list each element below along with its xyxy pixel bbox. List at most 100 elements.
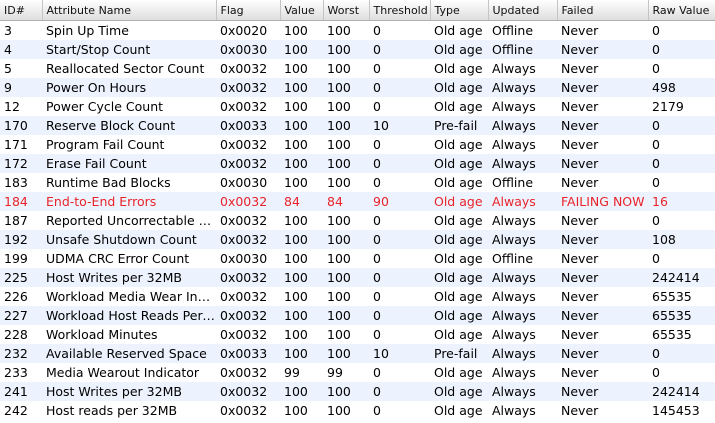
table-row[interactable]: 232 Available Reserved Space 0x0033 100 100 1… [0,344,715,363]
table-row[interactable]: 227Workload Host Reads Percentage0x00321… [0,306,715,325]
cell-attribute-name: End-to-End Errors [42,192,216,211]
cell-flag: 0x0032 [216,325,280,344]
cell-updated: Always [488,401,557,420]
cell-attribute-name: Available Reserved Space [42,344,216,363]
cell-worst: 100 [323,154,369,173]
cell-id: 241 [0,382,42,401]
cell-raw-value: 65535 [648,287,715,306]
cell-raw-value: 0 [648,344,715,363]
cell-worst: 84 [323,192,369,211]
cell-type: Old age [430,40,488,59]
cell-value: 100 [280,20,323,40]
cell-worst: 100 [323,97,369,116]
cell-failed: Never [557,230,648,249]
cell-raw-value: 0 [648,116,715,135]
cell-id: 170 [0,116,42,135]
column-header-flag[interactable]: Flag [216,0,281,21]
cell-id: 184 [0,192,42,211]
cell-worst: 100 [323,268,369,287]
cell-threshold: 0 [369,40,430,59]
table-row[interactable]: 171 Program Fail Count 0x0032 100 100 0 Old ag… [0,135,715,154]
cell-threshold: 0 [369,154,430,173]
table-row[interactable]: 228 Workload Minutes 0x0032 100 100 0 Old age A… [0,325,715,344]
table-row[interactable]: 172 Erase Fail Count 0x0032 100 100 0 Old age A… [0,154,715,173]
cell-threshold: 0 [369,211,430,230]
cell-type: Old age [430,192,488,211]
cell-id: 172 [0,154,42,173]
cell-value: 100 [280,154,323,173]
cell-threshold: 0 [369,363,430,382]
column-header-attribute-name[interactable]: Attribute Name [42,0,217,21]
cell-value: 100 [280,230,323,249]
cell-threshold: 0 [369,97,430,116]
cell-raw-value: 2179 [648,97,715,116]
cell-attribute-name: Erase Fail Count [42,154,216,173]
table-row[interactable]: 183 Runtime Bad Blocks 0x0030 100 100 0 Old ag… [0,173,715,192]
table-row[interactable]: 241 Host Writes per 32MB 0x0032 100 100 0 Old … [0,382,715,401]
table-row[interactable]: 12 Power Cycle Count 0x0032 100 100 0 Old age A… [0,97,715,116]
cell-threshold: 0 [369,268,430,287]
table-row[interactable]: 242 Host reads per 32MB 0x0032 100 100 0 Old a… [0,401,715,420]
column-header-worst[interactable]: Worst [323,0,370,21]
cell-flag: 0x0030 [216,173,280,192]
cell-attribute-name: Host Writes per 32MB [42,382,216,401]
cell-threshold: 0 [369,230,430,249]
cell-updated: Always [488,135,557,154]
column-header-id[interactable]: ID# [0,0,43,21]
cell-type: Old age [430,78,488,97]
cell-flag: 0x0032 [216,192,280,211]
cell-attribute-name: Workload Media Wear Indicator [42,287,216,306]
cell-updated: Always [488,154,557,173]
cell-failed: Never [557,287,648,306]
cell-worst: 100 [323,173,369,192]
cell-value: 100 [280,325,323,344]
cell-updated: Always [488,116,557,135]
cell-updated: Offline [488,40,557,59]
cell-value: 100 [280,135,323,154]
cell-value: 100 [280,173,323,192]
cell-flag: 0x0032 [216,97,280,116]
table-row[interactable]: 225 Host Writes per 32MB 0x0032 100 100 0 Old … [0,268,715,287]
cell-updated: Always [488,97,557,116]
cell-raw-value: 16 [648,192,715,211]
column-header-type[interactable]: Type [430,0,489,21]
cell-attribute-name: UDMA CRC Error Count [42,249,216,268]
cell-attribute-name: Workload Minutes [42,325,216,344]
table-row[interactable]: 199 UDMA CRC Error Count 0x0030 100 100 0 Old … [0,249,715,268]
table-row[interactable]: 4 Start/Stop Count 0x0030 100 100 0 Old age Off… [0,40,715,59]
cell-type: Old age [430,249,488,268]
cell-flag: 0x0032 [216,268,280,287]
cell-type: Old age [430,230,488,249]
table-row[interactable]: 3 Spin Up Time 0x0020 100 100 0 Old age Offline… [0,20,715,40]
cell-value: 100 [280,116,323,135]
column-header-threshold[interactable]: Threshold [369,0,431,21]
table-row[interactable]: 9 Power On Hours 0x0032 100 100 0 Old age Alway… [0,78,715,97]
column-header-raw-value[interactable]: Raw Value [648,0,715,21]
table-row[interactable]: 5 Reallocated Sector Count 0x0032 100 100 0 Ol… [0,59,715,78]
table-row[interactable]: 170 Reserve Block Count 0x0033 100 100 10 Pre-… [0,116,715,135]
column-header-failed[interactable]: Failed [557,0,649,21]
table-row[interactable]: 226Workload Media Wear Indicator0x003210… [0,287,715,306]
cell-attribute-name: Media Wearout Indicator [42,363,216,382]
table-row[interactable]: 184 End-to-End Errors 0x0032 84 84 90 Old age A… [0,192,715,211]
cell-raw-value: 0 [648,173,715,192]
cell-flag: 0x0033 [216,116,280,135]
cell-flag: 0x0030 [216,40,280,59]
cell-worst: 100 [323,249,369,268]
cell-updated: Always [488,306,557,325]
cell-updated: Always [488,363,557,382]
cell-id: 187 [0,211,42,230]
column-header-updated[interactable]: Updated [488,0,558,21]
cell-type: Old age [430,306,488,325]
cell-value: 100 [280,401,323,420]
table-row[interactable]: 233 Media Wearout Indicator 0x0032 99 99 0 Old… [0,363,715,382]
column-header-value[interactable]: Value [280,0,324,21]
cell-raw-value: 0 [648,154,715,173]
cell-worst: 100 [323,306,369,325]
cell-attribute-name: Reserve Block Count [42,116,216,135]
cell-updated: Always [488,59,557,78]
table-row[interactable]: 187Reported Uncorrectable Errors0x003210… [0,211,715,230]
smart-attributes-table: ID# Attribute Name Flag Value Worst Thre… [0,0,715,420]
table-row[interactable]: 192 Unsafe Shutdown Count 0x0032 100 100 0 Old… [0,230,715,249]
cell-type: Pre-fail [430,344,488,363]
